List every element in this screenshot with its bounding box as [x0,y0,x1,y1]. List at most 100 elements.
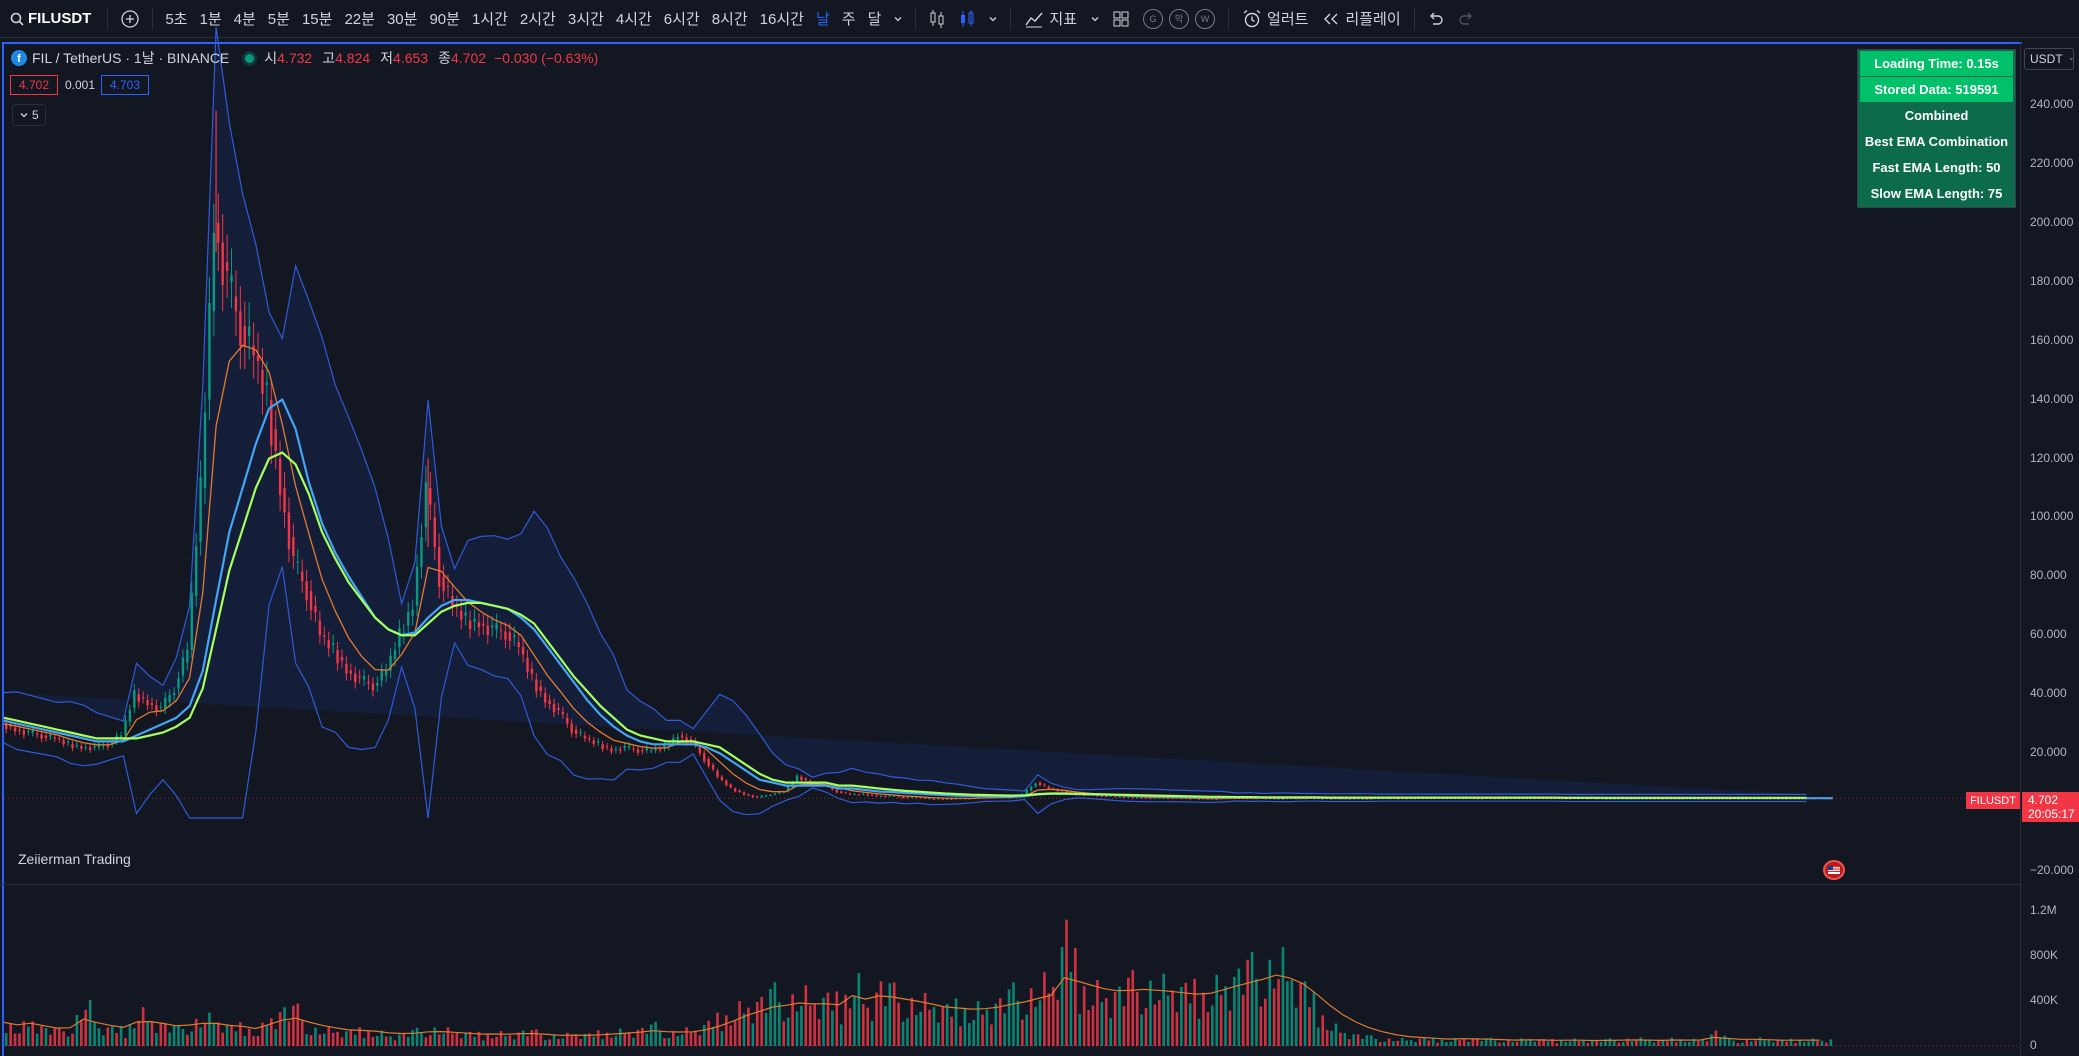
candle-body [384,670,388,676]
candle-body [1144,797,1148,799]
candle-body [292,537,295,557]
volume-bar [1829,1039,1833,1046]
volume-bar [702,1024,706,1046]
candle-body [362,676,366,680]
volume-bar [1003,1013,1006,1046]
volume-bar [1109,1017,1112,1046]
volume-bar [844,994,847,1046]
volume-bar [1162,973,1165,1046]
ask-price-box[interactable]: 4.703 [101,75,149,95]
candle-body [124,720,127,736]
volume-bar [884,1006,887,1046]
pane-separator[interactable] [0,884,2020,885]
volume-bar [495,1036,498,1046]
candle-body [340,656,344,661]
candle-body [499,630,503,632]
volume-bar [1157,1000,1161,1046]
volume-bar [1352,1034,1355,1046]
volume-bar [88,1000,92,1046]
volume-bar [1286,981,1289,1046]
volume-bar [429,1035,432,1046]
volume-bar [680,1034,684,1046]
volume-bar [1180,987,1183,1046]
volume-bar [1599,1042,1603,1046]
volume-bar [1772,1042,1775,1046]
candle-body [742,792,746,795]
us-flag-icon[interactable] [1823,860,1845,880]
volume-bar [66,1036,70,1046]
volume-bar [1171,990,1174,1046]
candle-body [212,232,216,312]
volume-bar [968,1023,971,1046]
legend-title[interactable]: FIL / TetherUS · 1날 · BINANCE [32,48,229,68]
candle-body [495,623,498,630]
candle-body [866,794,869,796]
candle-body [711,764,715,769]
open-value: 4.732 [277,50,313,66]
info-row: Slow EMA Length: 75 [1860,181,2013,206]
candle-body [875,795,878,797]
volume-bar [1334,1023,1338,1046]
volume-bar [278,1012,282,1046]
volume-bar [393,1040,397,1046]
volume-bar [1710,1034,1713,1046]
candle-body [230,275,233,282]
chart-canvas[interactable] [0,0,2020,1056]
volume-bar [689,1032,693,1046]
volume-bar [406,1037,410,1046]
volume-bar [269,1018,273,1046]
volume-bar [1396,1040,1400,1046]
volume-bar [1652,1042,1656,1046]
volume-bar [1228,1010,1232,1046]
volume-bar [945,1003,949,1046]
candle-body [203,412,207,488]
candle-body [446,586,450,588]
volume-bar [455,1033,459,1046]
last-price-value: 4.702 [2028,793,2059,807]
symbol-legend: f FIL / TetherUS · 1날 · BINANCE 시 4.732 고… [10,48,598,68]
candle-body [747,794,750,796]
volume-bar [402,1033,406,1046]
indicator-collapse-button[interactable]: 5 [12,104,46,126]
volume-bar [106,1027,110,1046]
volume-bar [976,1001,980,1046]
candle-body [128,709,132,722]
candle-body [49,734,52,737]
candle-body [177,678,180,689]
volume-bar [892,982,896,1046]
volume-bar [1197,1018,1201,1046]
volume-bar [26,1026,30,1046]
volume-bar [998,998,1002,1046]
volume-bar [1127,977,1130,1046]
volume-bar [928,1009,931,1046]
candle-body [278,458,282,496]
volume-bar [552,1034,556,1046]
volume-bar [464,1032,467,1046]
candle-body [1149,797,1152,799]
indicator-info-table: Loading Time: 0.15s Stored Data: 519591 Co… [1857,49,2016,208]
volume-bar [309,1035,313,1046]
bid-price-box[interactable]: 4.702 [10,75,58,95]
candle-body [66,741,70,743]
candle-body [75,744,79,746]
volume-bar [512,1039,516,1046]
volume-tick: 1.2M [2030,903,2057,918]
currency-selector[interactable]: USDT [2024,48,2074,70]
candle-body [583,735,587,739]
volume-bar [389,1036,392,1046]
volume-bar [1246,959,1249,1046]
info-row: Fast EMA Length: 50 [1860,155,2013,180]
candle-body [336,650,339,664]
volume-bar [424,1037,428,1046]
candle-body [1029,786,1033,791]
candle-body [897,796,900,798]
candle-body [442,576,445,591]
candle-body [296,561,299,563]
close-label: 종 [438,50,451,66]
candle-body [102,745,105,747]
volume-bar [561,1038,565,1046]
volume-bar [31,1021,35,1046]
candle-body [106,745,110,747]
candle-body [526,657,529,672]
volume-bar [800,1005,803,1046]
